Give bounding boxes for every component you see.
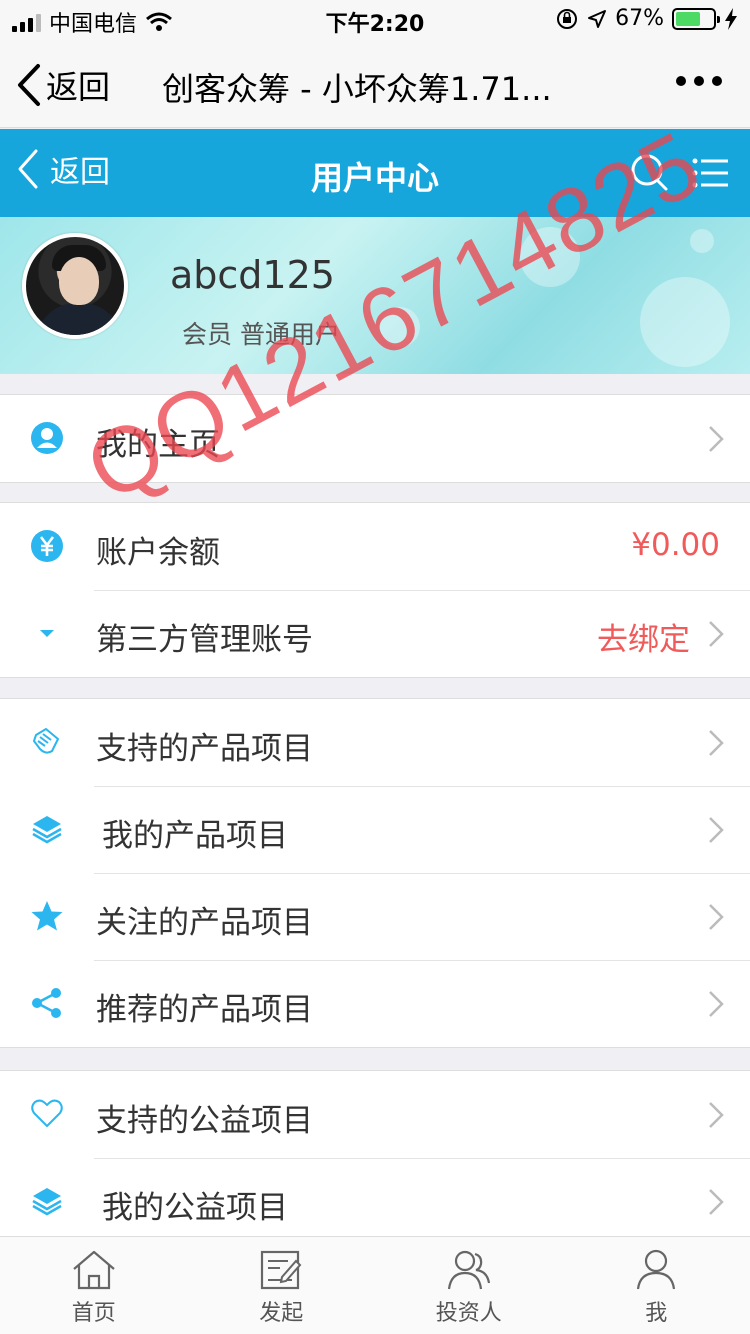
- avatar[interactable]: [22, 233, 128, 339]
- search-icon[interactable]: [630, 153, 670, 193]
- home-icon: [73, 1250, 115, 1290]
- chevron-right-icon: [709, 730, 724, 756]
- chevron-right-icon: [709, 1189, 724, 1215]
- list-item-label: 推荐的产品项目: [96, 992, 313, 1028]
- list-item-label: 我的产品项目: [102, 818, 288, 854]
- webview-nav-bar: 返回 创客众筹 - 小坏众筹1.71...: [0, 40, 750, 128]
- list-item-label: 第三方管理账号: [96, 622, 313, 658]
- person-icon: [637, 1249, 676, 1290]
- tab-label: 发起: [259, 1301, 304, 1326]
- list-item-recommended-products[interactable]: 推荐的产品项目: [0, 960, 750, 1047]
- hand-icon: [33, 728, 59, 754]
- tab-label: 我: [645, 1301, 668, 1326]
- status-bar: 中国电信 下午2:20 67%: [0, 0, 750, 40]
- star-icon: [31, 901, 63, 931]
- list-item-label: 我的公益项目: [102, 1190, 288, 1226]
- location-icon: [588, 9, 607, 28]
- webview-title: 创客众筹 - 小坏众筹1.71...: [162, 70, 552, 108]
- edit-icon: [261, 1250, 302, 1290]
- list-item-label: 账户余额: [96, 535, 220, 571]
- chevron-right-icon: [709, 817, 724, 843]
- list-item-label: 关注的产品项目: [96, 905, 313, 941]
- chevron-right-icon: [709, 426, 724, 452]
- share-icon: [32, 988, 61, 1018]
- list-group-charity: 支持的公益项目 我的公益项目: [0, 1070, 750, 1246]
- tab-investors[interactable]: 投资人: [375, 1237, 563, 1334]
- list-item-label: 我的主页: [96, 427, 220, 463]
- list-item-third-party[interactable]: 第三方管理账号 去绑定: [0, 590, 750, 677]
- chevron-right-icon: [709, 1102, 724, 1128]
- balance-value: ¥0.00: [631, 527, 720, 563]
- list-item-supported-products[interactable]: 支持的产品项目: [0, 699, 750, 786]
- webview-back-button[interactable]: 返回: [16, 62, 110, 108]
- more-options-button[interactable]: [676, 76, 722, 86]
- tab-label: 首页: [71, 1301, 116, 1326]
- battery-percent: 67%: [615, 6, 664, 31]
- chevron-right-icon: [709, 904, 724, 930]
- battery-icon: [672, 7, 720, 30]
- yen-icon: [31, 530, 63, 562]
- bind-link[interactable]: 去绑定: [597, 614, 690, 659]
- user-circle-icon: [31, 422, 63, 454]
- caret-down-icon: [40, 630, 54, 637]
- tab-launch[interactable]: 发起: [188, 1237, 376, 1334]
- list-item-my-products[interactable]: 我的产品项目: [0, 786, 750, 873]
- member-level-value: 普通用户: [239, 320, 340, 349]
- list-item-label: 支持的公益项目: [96, 1103, 313, 1139]
- list-item-my-homepage[interactable]: 我的主页: [0, 395, 750, 482]
- users-icon: [447, 1250, 490, 1290]
- webview-back-label: 返回: [46, 68, 111, 106]
- status-right: 67%: [555, 6, 738, 31]
- member-label: 会员: [182, 320, 233, 349]
- list-item-followed-products[interactable]: 关注的产品项目: [0, 873, 750, 960]
- member-level: 会员 普通用户: [182, 315, 340, 351]
- username: abcd125: [170, 253, 335, 297]
- chevron-right-icon: [709, 991, 724, 1017]
- layers-icon: [32, 1188, 62, 1216]
- tab-label: 投资人: [435, 1301, 502, 1326]
- layers-icon: [32, 816, 62, 844]
- list-group-home: 我的主页: [0, 394, 750, 483]
- heart-icon: [31, 1099, 63, 1127]
- menu-icon[interactable]: [692, 157, 728, 189]
- list-item-label: 支持的产品项目: [96, 731, 313, 767]
- list-item-balance[interactable]: 账户余额 ¥0.00: [0, 503, 750, 590]
- list-group-products: 支持的产品项目 我的产品项目 关注的产品项目 推荐的产品项目: [0, 698, 750, 1048]
- bottom-tab-bar: 首页 发起 投资人 我: [0, 1236, 750, 1334]
- profile-banner: abcd125 会员 普通用户: [0, 217, 750, 374]
- tab-home[interactable]: 首页: [0, 1237, 188, 1334]
- rotation-lock-icon: [557, 8, 578, 29]
- chevron-left-icon: [18, 64, 40, 106]
- app-header: 返回 用户中心: [0, 129, 750, 217]
- chevron-right-icon: [709, 621, 724, 647]
- list-group-account: 账户余额 ¥0.00 第三方管理账号 去绑定: [0, 502, 750, 678]
- charging-icon: [725, 7, 737, 30]
- list-item-supported-charity[interactable]: 支持的公益项目: [0, 1071, 750, 1158]
- list-item-my-charity[interactable]: 我的公益项目: [0, 1158, 750, 1245]
- tab-me[interactable]: 我: [563, 1237, 750, 1334]
